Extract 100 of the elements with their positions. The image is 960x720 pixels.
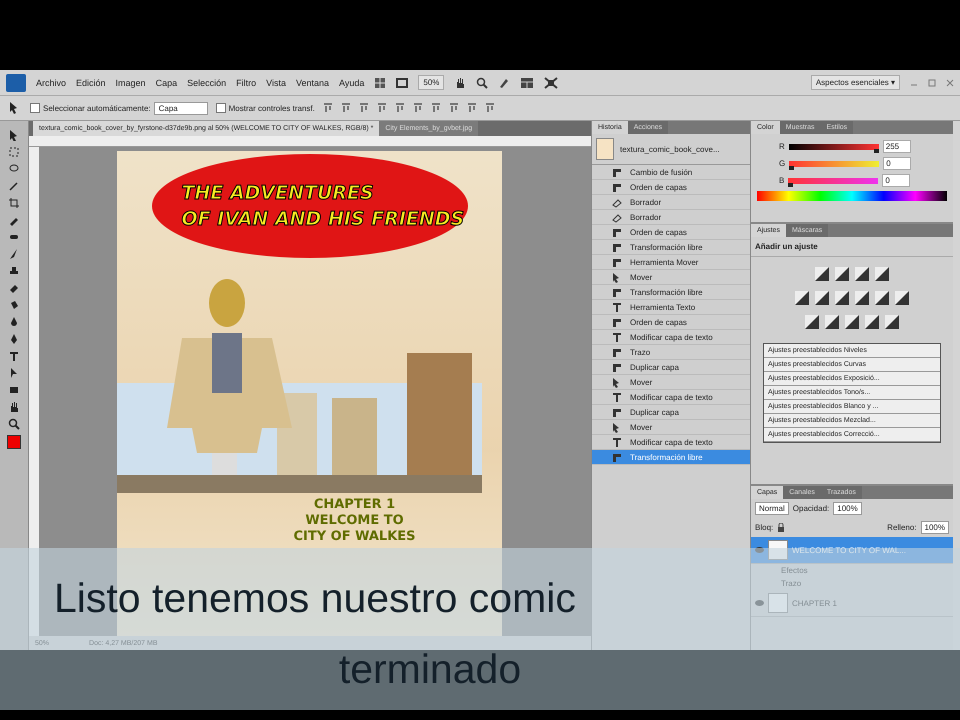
hand-icon[interactable] <box>454 76 466 88</box>
channel-value[interactable]: 0 <box>882 174 910 187</box>
history-label: Borrador <box>630 212 662 222</box>
menu-item[interactable]: Capa <box>156 78 178 88</box>
grid-icon[interactable] <box>374 76 386 88</box>
menu-item[interactable]: Imagen <box>116 78 146 88</box>
gradient-square-icon[interactable] <box>865 315 879 329</box>
slider-thumb[interactable] <box>874 148 879 152</box>
gradient-square-icon[interactable] <box>805 315 819 329</box>
gradient-square-icon[interactable] <box>875 267 889 281</box>
gradient-square-icon[interactable] <box>795 291 809 305</box>
text-tool-icon[interactable] <box>8 350 20 362</box>
menu-item[interactable]: Vista <box>266 78 286 88</box>
align-icon[interactable] <box>394 103 405 113</box>
workspace-dropdown[interactable]: Aspectos esenciales ▾ <box>810 75 900 90</box>
gradient-square-icon[interactable] <box>855 291 869 305</box>
history-label: Trazo <box>630 348 650 356</box>
snapshot-name[interactable]: textura_comic_book_cove... <box>620 144 720 154</box>
history-item[interactable]: Cambio de fusión <box>592 165 750 180</box>
app-logo[interactable] <box>6 74 26 92</box>
marquee-icon[interactable] <box>8 146 20 158</box>
history-item[interactable]: Modificar capa de texto <box>592 330 750 345</box>
gradient-square-icon[interactable] <box>885 315 899 329</box>
layer-icon <box>612 286 622 298</box>
slider-thumb[interactable] <box>788 182 794 186</box>
history-item[interactable]: Borrador <box>592 210 750 225</box>
slider-thumb[interactable] <box>789 166 794 170</box>
lock-icon[interactable] <box>777 523 786 532</box>
gradient-square-icon[interactable] <box>835 267 849 281</box>
align-icon[interactable] <box>376 103 387 113</box>
history-item[interactable]: Herramienta Texto <box>592 300 750 315</box>
zoom-dropdown[interactable]: 50% <box>418 75 444 90</box>
align-icon[interactable] <box>484 103 495 113</box>
history-label: Orden de capas <box>630 318 687 326</box>
stamp-icon[interactable] <box>8 265 20 277</box>
gradient-square-icon[interactable] <box>855 267 869 281</box>
layout-icon[interactable] <box>520 76 534 88</box>
align-icon[interactable] <box>358 103 369 113</box>
align-icon[interactable] <box>322 103 333 113</box>
eraser-icon[interactable] <box>8 282 20 294</box>
history-item[interactable]: Duplicar capa <box>592 405 750 420</box>
history-item[interactable]: Transformación libre <box>592 285 750 300</box>
layer-dropdown[interactable]: Capa <box>154 102 208 114</box>
history-item[interactable]: Transformación libre <box>592 240 750 255</box>
color-spectrum[interactable] <box>757 191 947 201</box>
crop-icon[interactable] <box>8 197 20 209</box>
magnifier-icon[interactable] <box>476 76 488 88</box>
maximize-icon[interactable] <box>928 78 936 86</box>
align-icon[interactable] <box>340 103 351 113</box>
snapshot-thumbnail[interactable] <box>596 138 614 160</box>
close-icon[interactable] <box>946 78 954 86</box>
screen-mode-icon[interactable] <box>544 76 558 88</box>
history-label: Mover <box>630 378 652 386</box>
align-icon[interactable] <box>448 103 459 113</box>
history-item[interactable]: Duplicar capa <box>592 360 750 375</box>
history-item[interactable]: Mover <box>592 420 750 435</box>
drop-icon[interactable] <box>8 316 20 328</box>
gradient-square-icon[interactable] <box>875 291 889 305</box>
menu-item[interactable]: Filtro <box>236 78 256 88</box>
checkbox[interactable] <box>30 103 40 113</box>
menu-item[interactable]: Ventana <box>296 78 330 88</box>
blend-mode-dropdown[interactable]: Normal <box>755 502 789 515</box>
history-item[interactable]: Trazo <box>592 345 750 360</box>
rectangle-icon[interactable] <box>8 384 20 396</box>
channel-value[interactable]: 255 <box>882 140 911 153</box>
layer-thumbnail <box>768 540 788 560</box>
history-item[interactable]: Orden de capas <box>592 180 750 195</box>
align-icon[interactable] <box>430 103 441 113</box>
history-item[interactable]: Borrador <box>592 195 750 210</box>
menu-item[interactable]: Edición <box>76 78 106 88</box>
history-item[interactable]: Modificar capa de texto <box>592 390 750 405</box>
history-item[interactable]: Mover <box>592 375 750 390</box>
layer-icon <box>612 256 622 268</box>
opacity-field[interactable]: 100% <box>833 502 862 515</box>
align-icon[interactable] <box>466 103 477 113</box>
history-item[interactable]: Orden de capas <box>592 225 750 240</box>
menu-item[interactable]: Ayuda <box>339 78 364 88</box>
gradient-square-icon[interactable] <box>825 315 839 329</box>
path-select-icon[interactable] <box>8 367 20 379</box>
eye-icon[interactable] <box>755 547 764 553</box>
checkbox[interactable] <box>216 103 226 113</box>
channel-value[interactable]: 0 <box>883 157 912 170</box>
gradient-square-icon[interactable] <box>845 315 859 329</box>
fill-field[interactable]: 100% <box>920 521 949 534</box>
hand-icon[interactable] <box>8 401 20 413</box>
menu-item[interactable]: Selección <box>187 78 226 88</box>
gradient-square-icon[interactable] <box>815 291 829 305</box>
history-item[interactable]: Transformación libre <box>592 450 750 465</box>
history-item[interactable]: Orden de capas <box>592 315 750 330</box>
gradient-square-icon[interactable] <box>815 267 829 281</box>
gradient-square-icon[interactable] <box>835 291 849 305</box>
layer-icon <box>612 346 622 358</box>
gradient-square-icon[interactable] <box>895 291 909 305</box>
history-item[interactable]: Herramienta Mover <box>592 255 750 270</box>
align-icon[interactable] <box>412 103 423 113</box>
menu-item[interactable]: Archivo <box>36 78 66 88</box>
history-item[interactable]: Mover <box>592 270 750 285</box>
color-swatch[interactable] <box>7 435 21 449</box>
frame-icon[interactable] <box>396 76 408 88</box>
magnifier-icon[interactable] <box>8 418 20 430</box>
